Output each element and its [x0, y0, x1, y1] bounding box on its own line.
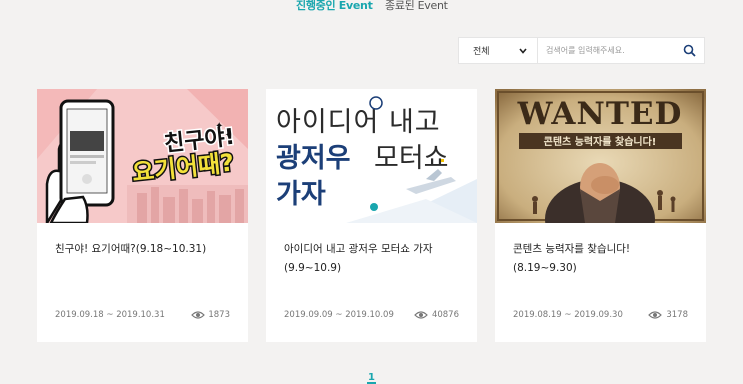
event-card[interactable]: WANTED 콘텐츠 능력자를 찾습니다! 콘텐츠 능력자를 찾습니다! (8.… [495, 89, 706, 342]
filter-select-label: 전체 [473, 47, 490, 57]
tab-ended-events[interactable]: 종료된 Event [385, 0, 448, 13]
search-icon[interactable] [683, 44, 696, 57]
filter-select[interactable]: 전체 [459, 38, 538, 63]
svg-text:✦: ✦ [215, 121, 223, 132]
svg-text:가자: 가자 [276, 179, 326, 210]
event-card[interactable]: 친구야! 요기어때? ✦ ✦ 친구야! 요기어때?(9.18~10.31) 20… [37, 89, 248, 342]
eye-icon [191, 311, 205, 319]
view-count: 40876 [431, 310, 459, 320]
view-count: 3178 [666, 310, 688, 320]
eye-icon [414, 311, 428, 319]
svg-text:✦: ✦ [225, 131, 231, 139]
event-thumbnail-friend[interactable]: 친구야! 요기어때? ✦ ✦ [37, 89, 248, 223]
event-date-range: 2019.08.19 ~ 2019.09.30 [513, 310, 623, 320]
event-thumbnail-text: WANTED 콘텐츠 능력자를 찾습니다! [517, 96, 683, 149]
svg-text:WANTED: WANTED [517, 96, 683, 132]
search-input[interactable] [539, 38, 679, 63]
event-title[interactable]: 친구야! 요기어때?(9.18~10.31) [55, 240, 235, 259]
tab-ongoing-events[interactable]: 진행중인 Event [296, 0, 373, 13]
event-thumbnail-motorshow[interactable]: 아이디어 내고 광저우 모터쇼 가자 [266, 89, 477, 223]
svg-text:광저우: 광저우 [276, 143, 351, 174]
event-title[interactable]: 아이디어 내고 광저우 모터쇼 가자 (9.9~10.9) [284, 240, 464, 278]
search-bar: 전체 [458, 37, 705, 64]
event-tabs: 진행중인 Event 종료된 Event [0, 0, 743, 16]
svg-text:콘텐츠 능력자를 찾습니다!: 콘텐츠 능력자를 찾습니다! [544, 135, 657, 148]
event-card[interactable]: 아이디어 내고 광저우 모터쇼 가자 아이디어 내고 광저우 모터쇼 가자 (9… [266, 89, 477, 342]
event-date-range: 2019.09.18 ~ 2019.10.31 [55, 310, 165, 320]
event-date-range: 2019.09.09 ~ 2019.10.09 [284, 310, 394, 320]
svg-text:아이디어 내고: 아이디어 내고 [276, 107, 441, 138]
view-count: 1873 [208, 310, 230, 320]
chevron-down-icon [519, 48, 527, 54]
event-title[interactable]: 콘텐츠 능력자를 찾습니다! (8.19~9.30) [513, 240, 693, 278]
eye-icon [648, 311, 662, 319]
svg-text:모터쇼: 모터쇼 [374, 143, 449, 174]
event-thumbnail-wanted[interactable]: WANTED 콘텐츠 능력자를 찾습니다! [495, 89, 706, 223]
